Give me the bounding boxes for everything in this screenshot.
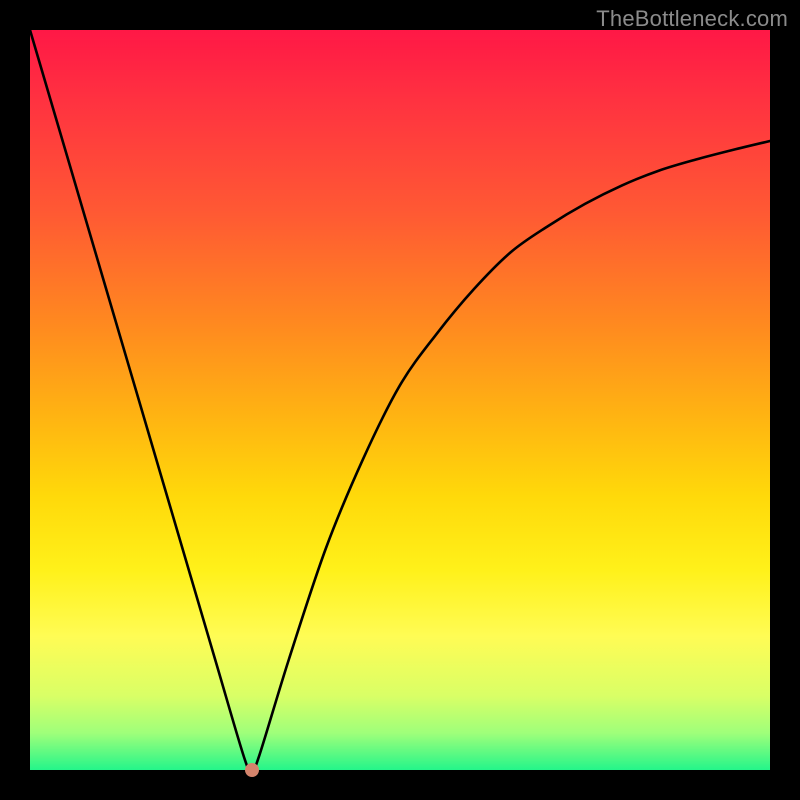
- bottleneck-curve: [30, 30, 770, 772]
- curve-minimum-marker: [245, 763, 259, 777]
- gradient-plot-area: [30, 30, 770, 770]
- curve-svg: [30, 30, 770, 770]
- chart-frame: TheBottleneck.com: [0, 0, 800, 800]
- attribution-label: TheBottleneck.com: [596, 6, 788, 32]
